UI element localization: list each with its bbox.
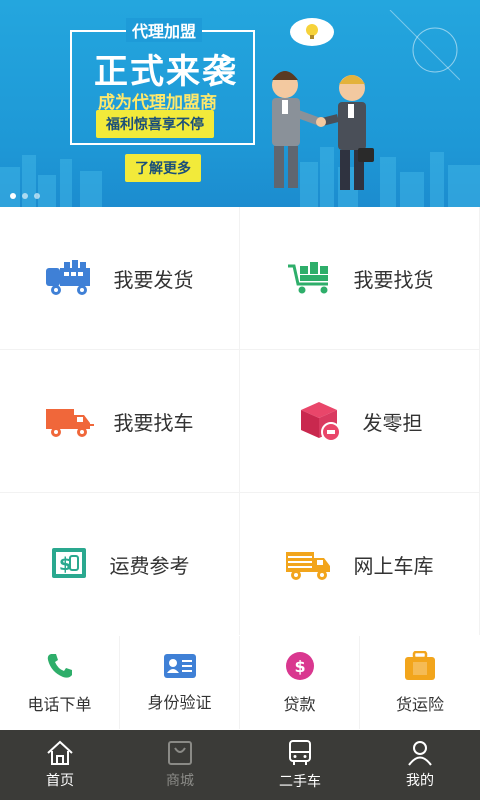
- services-grid: 我要发货 我要找货 我要找车 发零担 $ 运费参考 网上车库: [0, 207, 480, 635]
- quick-label: 电话下单: [27, 694, 92, 714]
- cart-icon: [287, 262, 328, 294]
- id-card-icon: [163, 653, 196, 678]
- service-label: 我要发货: [113, 267, 194, 292]
- tab-mine[interactable]: 我的: [360, 730, 480, 800]
- quick-label: 贷款: [283, 694, 316, 714]
- tab-label: 首页: [46, 773, 74, 789]
- garage-truck-icon: [285, 552, 330, 580]
- tab-used-cars[interactable]: 二手车: [240, 730, 360, 800]
- service-freight-reference[interactable]: $ 运费参考: [0, 493, 239, 635]
- service-find-truck[interactable]: 我要找车: [0, 350, 239, 492]
- shop-bag-icon: [168, 741, 192, 765]
- box-sell-icon: [300, 402, 341, 442]
- handshake-illustration: [272, 10, 460, 190]
- tab-label: 二手车: [279, 774, 321, 790]
- svg-text:$: $: [294, 657, 305, 676]
- quick-phone-order[interactable]: 电话下单: [0, 636, 119, 729]
- service-label: 发零担: [362, 410, 423, 435]
- tab-label: 我的: [406, 773, 434, 789]
- service-label: 我要找车: [113, 410, 194, 435]
- learn-more-button[interactable]: 了解更多: [125, 154, 201, 182]
- quick-loan[interactable]: $ 贷款: [240, 636, 359, 729]
- phone-icon: [47, 653, 72, 678]
- price-ledger-icon: $: [51, 548, 86, 578]
- service-ltl[interactable]: 发零担: [240, 350, 479, 492]
- tab-label: 商城: [166, 773, 194, 789]
- delivery-truck-icon: [45, 260, 90, 295]
- quick-actions: 电话下单 身份验证 $ 贷款 货运险: [0, 636, 480, 729]
- promo-banner[interactable]: 代理加盟 正式来袭 成为代理加盟商 福利惊喜享不停 了解更多: [0, 0, 480, 207]
- service-label: 我要找货: [353, 267, 434, 292]
- pagination-dot[interactable]: [34, 193, 40, 199]
- banner-pagination[interactable]: [10, 193, 40, 199]
- bottom-tab-bar: 首页 商城 二手车 我的: [0, 730, 480, 800]
- user-icon: [408, 741, 432, 766]
- tab-mall[interactable]: 商城: [120, 730, 240, 800]
- dollar-icon: $: [285, 651, 314, 680]
- quick-id-verify[interactable]: 身份验证: [120, 636, 239, 729]
- service-label: 运费参考: [109, 553, 190, 578]
- service-online-garage[interactable]: 网上车库: [240, 493, 479, 635]
- promo-headline: 正式来袭: [94, 52, 238, 92]
- home-icon: [47, 740, 73, 765]
- insurance-bag-icon: [405, 650, 435, 680]
- quick-label: 身份验证: [147, 692, 212, 712]
- promo-pill: 福利惊喜享不停: [96, 110, 214, 138]
- pagination-dot[interactable]: [22, 193, 28, 199]
- service-find-goods[interactable]: 我要找货: [240, 207, 479, 349]
- truck-icon: [45, 409, 94, 437]
- service-ship-goods[interactable]: 我要发货: [0, 207, 239, 349]
- tab-home[interactable]: 首页: [0, 730, 120, 800]
- promo-tag: 代理加盟: [126, 18, 203, 42]
- quick-label: 货运险: [395, 694, 444, 714]
- pagination-dot[interactable]: [10, 193, 16, 199]
- service-label: 网上车库: [353, 553, 434, 578]
- quick-cargo-insurance[interactable]: 货运险: [360, 636, 480, 729]
- bus-icon: [289, 740, 311, 765]
